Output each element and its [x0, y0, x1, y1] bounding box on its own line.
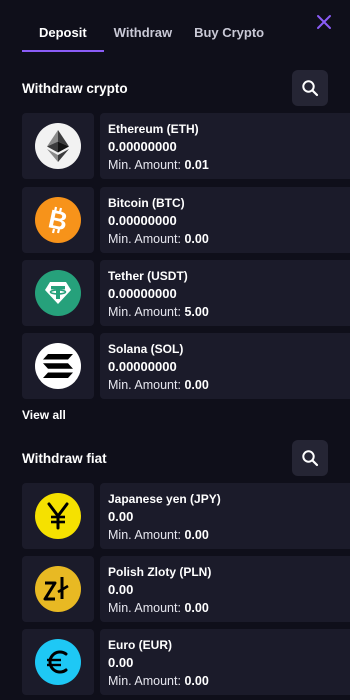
coin-name: Ethereum (ETH)	[108, 122, 199, 136]
crypto-item-sol[interactable]: Solana (SOL) 0.00000000 Min. Amount: 0.0…	[22, 333, 350, 399]
coin-balance: 0.00	[108, 509, 134, 524]
min-amount-label: Min. Amount:	[108, 158, 181, 172]
close-icon	[317, 15, 331, 29]
coin-balance: 0.00000000	[108, 139, 177, 154]
crypto-item-btc[interactable]: B Bitcoin (BTC) 0.00000000 Min. Amount: …	[22, 187, 350, 253]
coin-name: Bitcoin (BTC)	[108, 196, 185, 210]
tab-withdraw[interactable]: Withdraw	[114, 18, 172, 52]
fiat-item-jpy[interactable]: Japanese yen (JPY) 0.00 Min. Amount: 0.0…	[22, 483, 350, 549]
coin-name: Tether (USDT)	[108, 269, 188, 283]
tab-deposit[interactable]: Deposit	[22, 18, 104, 52]
min-amount-label: Min. Amount:	[108, 601, 181, 615]
coin-name: Polish Zloty (PLN)	[108, 565, 212, 579]
search-icon	[302, 80, 319, 97]
min-amount-value: 0.00	[184, 601, 209, 615]
coin-balance: 0.00	[108, 655, 134, 670]
fiat-item-pln[interactable]: Polish Zloty (PLN) 0.00 Min. Amount: 0.0…	[22, 556, 350, 622]
zloty-icon	[35, 566, 81, 612]
crypto-section-header: Withdraw crypto	[22, 70, 328, 106]
min-amount-value: 5.00	[184, 305, 209, 319]
coin-balance: 0.00000000	[108, 213, 177, 228]
min-amount-value: 0.00	[184, 378, 209, 392]
yen-icon	[35, 493, 81, 539]
fiat-item-eur[interactable]: Euro (EUR) 0.00 Min. Amount: 0.00	[22, 629, 350, 695]
min-amount-label: Min. Amount:	[108, 232, 181, 246]
min-amount-label: Min. Amount:	[108, 378, 181, 392]
coin-name: Japanese yen (JPY)	[108, 492, 221, 506]
view-all-link[interactable]: View all	[22, 408, 66, 422]
min-amount-value: 0.00	[184, 232, 209, 246]
section-title: Withdraw crypto	[22, 80, 128, 96]
min-amount-value: 0.00	[184, 528, 209, 542]
tether-icon	[35, 270, 81, 316]
crypto-item-usdt[interactable]: Tether (USDT) 0.00000000 Min. Amount: 5.…	[22, 260, 350, 326]
coin-balance: 0.00000000	[108, 359, 177, 374]
withdraw-panel: Deposit Withdraw Buy Crypto Withdraw cry…	[0, 0, 350, 700]
fiat-section-header: Withdraw fiat	[22, 440, 328, 476]
min-amount-label: Min. Amount:	[108, 305, 181, 319]
search-icon	[302, 450, 319, 467]
min-amount-label: Min. Amount:	[108, 674, 181, 688]
bitcoin-icon: B	[35, 197, 81, 243]
coin-name: Solana (SOL)	[108, 342, 184, 356]
close-button[interactable]	[314, 12, 334, 32]
min-amount-label: Min. Amount:	[108, 528, 181, 542]
tab-bar: Deposit Withdraw Buy Crypto	[22, 18, 264, 52]
euro-icon	[35, 639, 81, 685]
coin-balance: 0.00	[108, 582, 134, 597]
crypto-search-button[interactable]	[292, 70, 328, 106]
coin-name: Euro (EUR)	[108, 638, 172, 652]
min-amount-value: 0.01	[184, 158, 209, 172]
solana-icon	[35, 343, 81, 389]
tab-buy-crypto[interactable]: Buy Crypto	[194, 18, 264, 52]
crypto-item-eth[interactable]: Ethereum (ETH) 0.00000000 Min. Amount: 0…	[22, 113, 350, 179]
min-amount-value: 0.00	[184, 674, 209, 688]
fiat-search-button[interactable]	[292, 440, 328, 476]
coin-balance: 0.00000000	[108, 286, 177, 301]
section-title: Withdraw fiat	[22, 450, 107, 466]
ethereum-icon	[35, 123, 81, 169]
